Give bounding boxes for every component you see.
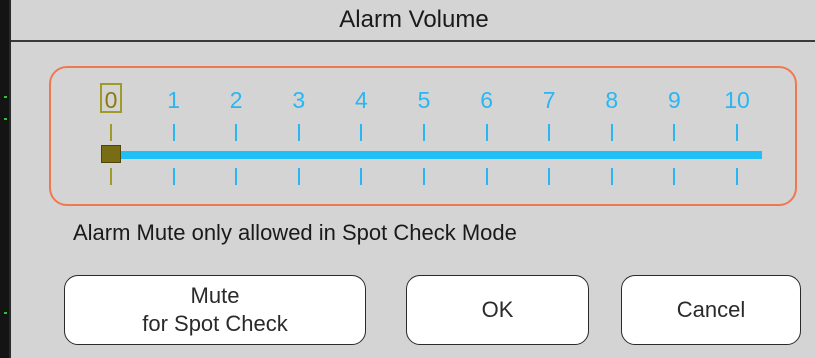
background-tick-mark: [4, 118, 7, 120]
volume-tick-mark-upper: [110, 124, 112, 141]
volume-tick-mark-upper: [297, 124, 300, 141]
volume-tick-mark-lower: [673, 168, 676, 185]
volume-level-5-label[interactable]: 5: [404, 85, 444, 115]
cancel-button[interactable]: Cancel: [621, 275, 801, 345]
volume-tick-mark-lower: [610, 168, 613, 185]
volume-tick-mark-lower: [235, 168, 238, 185]
volume-tick-mark-lower: [172, 168, 175, 185]
volume-level-7-label[interactable]: 7: [529, 85, 569, 115]
volume-level-1-label[interactable]: 1: [154, 85, 194, 115]
volume-level-6-label[interactable]: 6: [467, 85, 507, 115]
ok-button[interactable]: OK: [406, 275, 589, 345]
volume-slider-track[interactable]: [105, 151, 762, 159]
device-screen: Alarm Volume 0 1 2 3 4 5 6 7 8 9 10 Alarm Mute onl…: [0, 0, 815, 358]
volume-tick-mark-lower: [485, 168, 488, 185]
background-tick-mark: [4, 312, 7, 314]
volume-tick-mark-upper: [172, 124, 175, 141]
volume-level-10-label[interactable]: 10: [717, 85, 757, 115]
volume-tick-mark-lower: [110, 168, 112, 185]
selected-level-frame: [100, 83, 122, 113]
volume-tick-mark-upper: [548, 124, 551, 141]
volume-level-3-label[interactable]: 3: [279, 85, 319, 115]
volume-level-4-label[interactable]: 4: [341, 85, 381, 115]
volume-tick-mark-upper: [736, 124, 738, 141]
volume-tick-mark-lower: [736, 168, 738, 185]
background-tick-mark: [4, 96, 7, 98]
alarm-volume-dialog: Alarm Volume 0 1 2 3 4 5 6 7 8 9 10 Alarm Mute onl…: [9, 0, 815, 358]
mute-restriction-message: Alarm Mute only allowed in Spot Check Mo…: [73, 220, 517, 245]
volume-tick-mark-upper: [360, 124, 363, 141]
volume-tick-mark-upper: [485, 124, 488, 141]
volume-level-2-label[interactable]: 2: [216, 85, 256, 115]
volume-level-8-label[interactable]: 8: [592, 85, 632, 115]
volume-tick-mark-upper: [673, 124, 676, 141]
volume-tick-mark-lower: [360, 168, 363, 185]
volume-tick-mark-lower: [423, 168, 425, 185]
volume-tick-mark-upper: [423, 124, 425, 141]
volume-tick-mark-upper: [610, 124, 613, 141]
mute-for-spot-check-button[interactable]: Mute for Spot Check: [64, 275, 366, 345]
volume-tick-mark-lower: [548, 168, 551, 185]
mute-button-label-line1: Mute: [190, 283, 240, 308]
volume-slider-thumb[interactable]: [101, 145, 121, 163]
mute-button-label-line2: for Spot Check: [142, 311, 288, 336]
volume-tick-mark-upper: [235, 124, 238, 141]
dialog-title: Alarm Volume: [11, 0, 815, 42]
volume-level-9-label[interactable]: 9: [654, 85, 694, 115]
volume-tick-mark-lower: [297, 168, 300, 185]
